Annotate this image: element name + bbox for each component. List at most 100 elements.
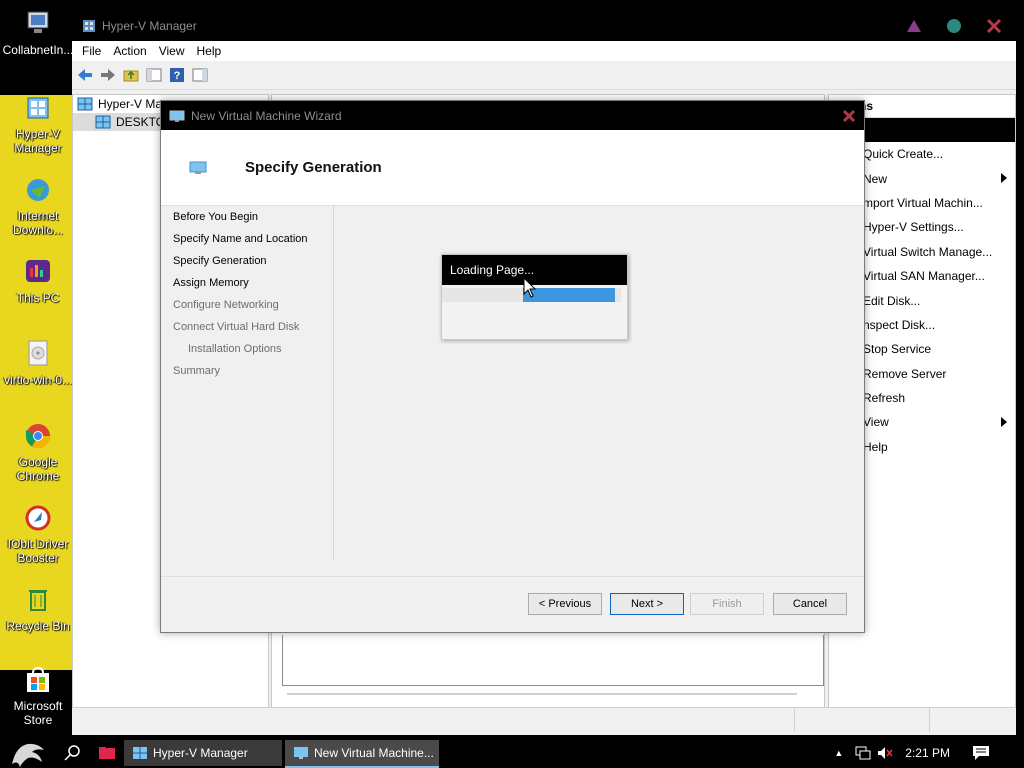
horizontal-scrollbar[interactable] xyxy=(287,693,797,695)
hyperv-title-bar[interactable]: Hyper-V Manager xyxy=(72,10,1016,41)
finish-button[interactable]: Finish xyxy=(690,593,764,615)
submenu-arrow-icon xyxy=(1001,173,1007,184)
monitor-icon xyxy=(189,161,207,174)
close-button[interactable] xyxy=(986,18,1002,34)
desktop-icon-label: Internet Downlo... xyxy=(12,209,64,237)
status-separator xyxy=(794,708,795,732)
desktop-icon-label: virtio-win-0... xyxy=(3,373,72,387)
computer-icon xyxy=(27,11,49,33)
menu-bar: File Action View Help xyxy=(72,41,1016,61)
details-pane xyxy=(282,635,824,686)
driver-booster-icon xyxy=(25,505,51,531)
taskbar-app-wizard[interactable]: New Virtual Machine... xyxy=(285,740,439,768)
menu-file[interactable]: File xyxy=(76,44,107,58)
hyperv-icon xyxy=(77,97,93,111)
desktop-icon-collabnet[interactable]: CollabnetIn... xyxy=(0,8,76,57)
wizard-step[interactable]: Before You Begin xyxy=(161,206,333,228)
disc-icon xyxy=(28,340,48,366)
hyperv-icon xyxy=(133,747,147,759)
hyperv-icon xyxy=(83,19,95,32)
search-icon[interactable] xyxy=(64,745,80,761)
help-icon[interactable]: ? xyxy=(168,66,186,84)
back-arrow-icon[interactable] xyxy=(76,66,94,84)
submenu-arrow-icon xyxy=(1001,417,1007,428)
toolbar: ? xyxy=(72,61,1016,90)
action-item-label: Stop Service xyxy=(863,342,932,357)
hyperv-icon xyxy=(27,97,49,119)
action-item-label: Edit Disk... xyxy=(863,293,921,308)
desktop-icon-label: Recycle Bin xyxy=(6,619,70,633)
taskbar-app-label: Hyper-V Manager xyxy=(153,746,248,760)
desktop-icon-label: This PC xyxy=(16,291,60,305)
minimize-button[interactable] xyxy=(906,18,922,34)
tree-node-label: Hyper-V Ma xyxy=(98,97,163,111)
action-item-label: Help xyxy=(863,439,888,454)
action-item-label: Virtual Switch Manage... xyxy=(863,244,993,259)
desktop-icon-idm[interactable]: Internet Downlo... xyxy=(0,174,76,237)
mouse-pointer-icon xyxy=(523,277,537,298)
action-item-label: Hyper-V Settings... xyxy=(863,220,964,235)
taskbar-app-hyperv[interactable]: Hyper-V Manager xyxy=(124,740,282,766)
menu-view[interactable]: View xyxy=(153,44,191,58)
new-vm-wizard-dialog: New Virtual Machine Wizard Specify Gener… xyxy=(160,100,865,633)
desktop-icon-label: Google Chrome xyxy=(16,455,60,483)
page-title: Specify Generation xyxy=(245,159,382,176)
volume-muted-icon[interactable] xyxy=(877,746,893,760)
menu-action[interactable]: Action xyxy=(107,44,152,58)
wizard-step: Installation Options xyxy=(188,343,282,355)
wizard-title: New Virtual Machine Wizard xyxy=(191,108,342,123)
action-item-label: New xyxy=(863,171,888,186)
desktop-icon-chrome[interactable]: Google Chrome xyxy=(0,420,76,483)
forward-arrow-icon[interactable] xyxy=(99,66,117,84)
action-item-label: View xyxy=(863,415,889,430)
close-button[interactable] xyxy=(842,109,856,123)
desktop-icon-driver-booster[interactable]: IObit Driver Booster xyxy=(0,502,76,565)
start-button-dragon-icon[interactable] xyxy=(8,740,48,768)
desktop-icon-label: Microsoft Store xyxy=(13,699,63,727)
wizard-step[interactable]: Specify Name and Location xyxy=(161,228,333,250)
desktop-icon-label: Hyper-V Manager xyxy=(14,127,62,155)
desktop-icon-virtio[interactable]: virtio-win-0... xyxy=(0,338,76,387)
cancel-button[interactable]: Cancel xyxy=(773,593,847,615)
footer-divider xyxy=(161,576,864,577)
idm-icon xyxy=(27,179,49,201)
file-explorer-icon[interactable] xyxy=(98,746,116,760)
status-bar xyxy=(72,707,1016,732)
show-hidden-icons-chevron-icon[interactable]: ▲ xyxy=(834,748,843,758)
wizard-step[interactable]: Assign Memory xyxy=(161,272,333,294)
next-button[interactable]: Next > xyxy=(610,593,684,615)
status-separator xyxy=(929,708,930,732)
previous-button[interactable]: < Previous xyxy=(528,593,602,615)
action-center-icon[interactable] xyxy=(972,745,990,761)
action-item-label: Remove Server xyxy=(863,366,947,381)
show-hide-tree-icon[interactable] xyxy=(145,66,163,84)
this-pc-icon xyxy=(26,260,50,282)
desktop-icon-hyperv[interactable]: Hyper-V Manager xyxy=(0,92,76,155)
action-item-label: Refresh xyxy=(863,391,906,406)
desktop-icon-this-pc[interactable]: This PC xyxy=(0,256,76,305)
menu-help[interactable]: Help xyxy=(191,44,228,58)
wizard-step: Summary xyxy=(173,365,221,377)
action-item-label: Quick Create... xyxy=(863,147,944,162)
taskbar: Hyper-V Manager New Virtual Machine... ▲… xyxy=(0,738,1024,768)
desktop-icon-store[interactable]: Microsoft Store xyxy=(0,664,76,727)
svg-text:?: ? xyxy=(174,70,181,82)
store-icon xyxy=(27,666,49,692)
network-icon[interactable] xyxy=(855,746,871,760)
wizard-step: Connect Virtual Hard Disk xyxy=(173,321,300,333)
desktop-icon-recycle-bin[interactable]: Recycle Bin xyxy=(0,584,76,633)
show-action-pane-icon[interactable] xyxy=(191,66,209,84)
wizard-step[interactable]: Specify Generation xyxy=(161,250,333,272)
monitor-icon xyxy=(294,747,308,759)
wizard-title-bar[interactable]: New Virtual Machine Wizard xyxy=(161,101,864,130)
desktop-icon-label: CollabnetIn... xyxy=(2,43,74,57)
maximize-button[interactable] xyxy=(946,18,962,34)
wizard-steps: Before You Begin Specify Name and Locatio… xyxy=(161,206,334,561)
wizard-step: Configure Networking xyxy=(173,299,279,311)
recycle-bin-icon xyxy=(29,590,47,611)
up-folder-icon[interactable] xyxy=(122,66,140,84)
taskbar-app-label: New Virtual Machine... xyxy=(314,746,434,760)
clock-time[interactable]: 2:21 PM xyxy=(905,746,950,760)
action-item-label: nspect Disk... xyxy=(863,317,936,332)
wizard-header: Specify Generation xyxy=(161,130,864,206)
